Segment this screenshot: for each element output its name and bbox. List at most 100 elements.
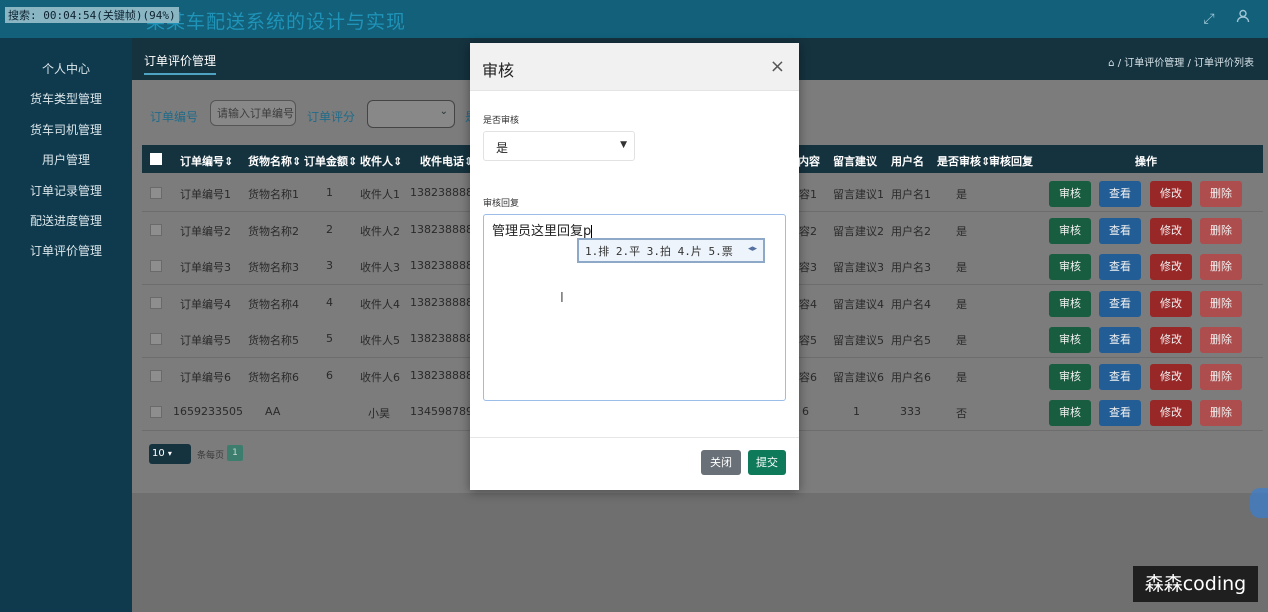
sidebar-item-users[interactable]: 用户管理 — [0, 151, 132, 168]
view-button[interactable]: 查看 — [1099, 364, 1141, 390]
delete-button[interactable]: 删除 — [1200, 291, 1242, 317]
cell-suggestion: 留言建议6 — [833, 371, 884, 384]
cell-content: 容3 — [799, 261, 817, 274]
row-checkbox[interactable] — [150, 224, 162, 236]
th-amount[interactable]: 订单金额⇕ — [304, 153, 357, 169]
sidebar-item-profile[interactable]: 个人中心 — [0, 60, 132, 77]
view-button[interactable]: 查看 — [1099, 291, 1141, 317]
view-button[interactable]: 查看 — [1099, 181, 1141, 207]
home-icon[interactable]: ⌂ — [1108, 58, 1114, 69]
floating-widget-edge[interactable] — [1250, 488, 1268, 518]
cell-receiver: 小昊 — [368, 407, 390, 420]
delete-button[interactable]: 删除 — [1200, 218, 1242, 244]
breadcrumb: ⌂ / 订单评价管理 / 订单评价列表 — [1108, 54, 1254, 69]
th-amount-label: 订单金额 — [304, 155, 348, 168]
cell-order-no: 订单编号3 — [180, 261, 231, 274]
row-checkbox[interactable] — [150, 406, 162, 418]
close-icon[interactable]: × — [770, 56, 785, 77]
th-username[interactable]: 用户名 — [891, 153, 924, 169]
per-page-label: 条每页 — [197, 451, 225, 461]
edit-button[interactable]: 修改 — [1150, 181, 1192, 207]
cell-suggestion: 留言建议3 — [833, 261, 884, 274]
row-checkbox[interactable] — [150, 297, 162, 309]
edit-button[interactable]: 修改 — [1150, 254, 1192, 280]
th-reply[interactable]: 审核回复 — [989, 153, 1033, 169]
cell-receiver: 收件人3 — [360, 261, 400, 274]
cell-goods: 货物名称2 — [248, 225, 299, 238]
cell-content: 容5 — [799, 334, 817, 347]
th-is-audited[interactable]: 是否审核⇕ — [937, 153, 990, 169]
delete-button[interactable]: 删除 — [1200, 327, 1242, 353]
audit-button[interactable]: 审核 — [1049, 327, 1091, 353]
app-title: 某某车配送系统的设计与实现 — [146, 11, 407, 33]
edit-button[interactable]: 修改 — [1150, 291, 1192, 317]
cell-content: 容1 — [799, 188, 817, 201]
audit-dialog: 审核 × 是否审核 是 ▼ 审核回复 管理员这里回复p 1.排 2.平 3.拍 … — [470, 43, 799, 490]
row-checkbox[interactable] — [150, 260, 162, 272]
audit-button[interactable]: 审核 — [1049, 218, 1091, 244]
reply-text: 管理员这里回复p — [492, 220, 593, 239]
th-order-no[interactable]: 订单编号⇕ — [180, 153, 233, 169]
row-checkbox[interactable] — [150, 187, 162, 199]
dialog-title: 审核 — [482, 61, 515, 80]
chevron-down-icon: ⌄ — [439, 106, 448, 117]
sidebar-item-truck-types[interactable]: 货车类型管理 — [0, 90, 132, 107]
audit-button[interactable]: 审核 — [1049, 291, 1091, 317]
ibeam-cursor-icon: I — [560, 291, 564, 306]
delete-button[interactable]: 删除 — [1200, 181, 1242, 207]
view-button[interactable]: 查看 — [1099, 218, 1141, 244]
row-checkbox[interactable] — [150, 333, 162, 345]
cell-audited: 是 — [956, 261, 967, 274]
cell-receiver: 收件人6 — [360, 371, 400, 384]
text-caret — [591, 224, 593, 239]
th-suggestion[interactable]: 留言建议 — [833, 153, 877, 169]
view-button[interactable]: 查看 — [1099, 327, 1141, 353]
sidebar-item-reviews[interactable]: 订单评价管理 — [0, 242, 132, 259]
edit-button[interactable]: 修改 — [1150, 364, 1192, 390]
delete-button[interactable]: 删除 — [1200, 364, 1242, 390]
cell-order-no: 订单编号6 — [180, 371, 231, 384]
delete-button[interactable]: 删除 — [1200, 400, 1242, 426]
audit-status-select[interactable]: 是 ▼ — [483, 131, 635, 161]
content-bottom-area — [132, 493, 1268, 612]
edit-button[interactable]: 修改 — [1150, 400, 1192, 426]
th-content[interactable]: 内容 — [798, 153, 820, 169]
audit-button[interactable]: 审核 — [1049, 254, 1091, 280]
th-goods[interactable]: 货物名称⇕ — [248, 153, 301, 169]
audit-button[interactable]: 审核 — [1049, 400, 1091, 426]
close-button[interactable]: 关闭 — [701, 450, 741, 475]
user-icon[interactable] — [1233, 9, 1253, 29]
rating-select[interactable]: ⌄ — [367, 100, 455, 128]
ime-candidate-popup[interactable]: 1.排 2.平 3.拍 4.片 5.票 ◂▸ — [577, 238, 765, 263]
edit-button[interactable]: 修改 — [1150, 218, 1192, 244]
audit-button[interactable]: 审核 — [1049, 364, 1091, 390]
cell-amount: 1 — [326, 186, 333, 199]
th-receiver[interactable]: 收件人⇕ — [360, 153, 402, 169]
view-button[interactable]: 查看 — [1099, 400, 1141, 426]
cell-suggestion: 留言建议4 — [833, 298, 884, 311]
reply-label: 审核回复 — [483, 199, 520, 209]
th-receiver-label: 收件人 — [360, 155, 393, 168]
delete-button[interactable]: 删除 — [1200, 254, 1242, 280]
ime-page-arrows-icon[interactable]: ◂▸ — [748, 244, 757, 254]
sidebar-item-orders[interactable]: 订单记录管理 — [0, 182, 132, 199]
ime-candidates[interactable]: 1.排 2.平 3.拍 4.片 5.票 — [585, 243, 733, 259]
view-button[interactable]: 查看 — [1099, 254, 1141, 280]
submit-button[interactable]: 提交 — [748, 450, 786, 475]
sidebar-item-delivery[interactable]: 配送进度管理 — [0, 212, 132, 229]
row-checkbox[interactable] — [150, 370, 162, 382]
select-all-checkbox[interactable] — [150, 153, 162, 165]
page-button-current[interactable]: 1 — [227, 445, 243, 461]
audit-status-label: 是否审核 — [483, 116, 520, 126]
th-phone[interactable]: 收件电话⇕ — [420, 153, 473, 169]
audit-button[interactable]: 审核 — [1049, 181, 1091, 207]
page-size-select[interactable]: 10 ▾ — [149, 444, 191, 464]
reply-text-value: 管理员这里回复p — [492, 224, 592, 239]
sidebar-item-drivers[interactable]: 货车司机管理 — [0, 121, 132, 138]
cell-amount: 5 — [326, 332, 333, 345]
expand-icon[interactable]: ⤢ — [1199, 9, 1219, 29]
cell-goods: 货物名称5 — [248, 334, 299, 347]
tab-order-reviews[interactable]: 订单评价管理 — [144, 52, 217, 75]
order-no-input[interactable]: 请输入订单编号 — [210, 100, 296, 126]
edit-button[interactable]: 修改 — [1150, 327, 1192, 353]
